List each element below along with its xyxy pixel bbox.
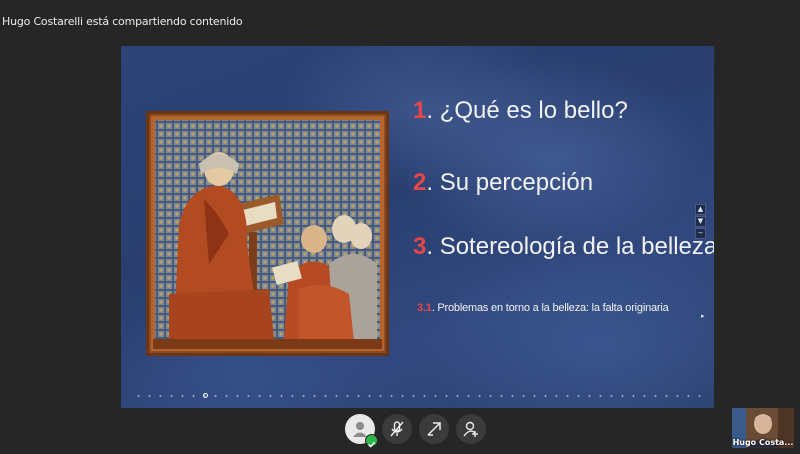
mic-toggle-button[interactable] [382,414,412,444]
agenda-subitem-3-1: 3.1. Problemas en torno a la belleza: la… [417,302,669,314]
agenda-number: 1 [413,97,427,124]
sharing-banner: Hugo Costarelli está compartiendo conten… [2,15,243,28]
scroll-down-button[interactable]: ▼ [695,216,706,227]
agenda-item-1: 1. ¿Qué es lo bello? [413,97,628,125]
agenda-number: 3.1 [417,302,432,314]
agenda-item-3: 3. Sotereología de la belleza [413,233,714,261]
add-participant-button[interactable] [456,414,486,444]
participant-name: Hugo Costa... [732,438,794,447]
share-screen-button[interactable] [419,414,449,444]
agenda-number: 3 [413,233,427,260]
zoom-out-button[interactable]: − [695,228,706,239]
agenda-text: . Problemas en torno a la belleza: la fa… [431,302,669,314]
medieval-illustration [146,111,389,356]
agenda-text: . ¿Qué es lo bello? [426,97,628,124]
next-slide-arrow[interactable]: ▸ [701,312,705,320]
agenda-text: . Su percepción [426,169,594,196]
shared-slide: 1. ¿Qué es lo bello? 2. Su percepción 3.… [121,46,714,408]
agenda-item-2: 2. Su percepción [413,169,593,197]
slide-progress-marker[interactable] [203,393,208,398]
connected-check-icon [365,434,378,448]
add-participant-icon [463,421,478,437]
agenda-number: 2 [413,169,427,196]
slide-progress-track[interactable] [133,395,701,397]
user-avatar-button[interactable] [345,414,378,448]
agenda-text: . Sotereología de la belleza [426,233,714,260]
scroll-up-button[interactable]: ▲ [695,204,706,215]
share-screen-icon [427,422,441,436]
mic-muted-icon [390,421,404,437]
participant-video-thumbnail[interactable]: Hugo Costa... [732,408,794,448]
